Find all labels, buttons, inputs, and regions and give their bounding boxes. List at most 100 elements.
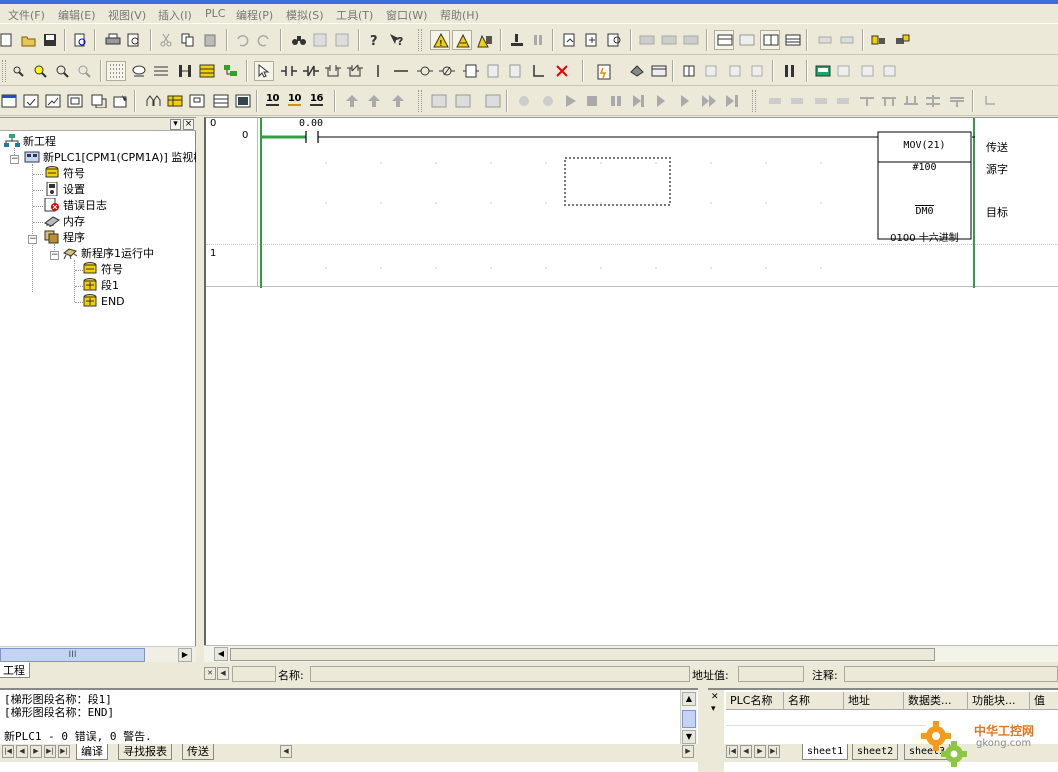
output-window-icon[interactable]	[20, 91, 40, 111]
annotation-icon[interactable]	[858, 61, 878, 81]
watch-last-tab-icon[interactable]: ▶|	[768, 745, 780, 758]
save-button[interactable]	[40, 30, 60, 50]
vertical-line-icon[interactable]	[368, 61, 388, 81]
find-binoculars-icon[interactable]	[288, 30, 308, 50]
tree-item-plc[interactable]: 新PLC1[CPM1(CPM1A)] 监视模式	[24, 150, 215, 166]
menu-tools[interactable]: 工具(T)	[336, 7, 373, 23]
delete-rung-icon[interactable]	[552, 61, 572, 81]
data-trace-icon[interactable]	[780, 61, 800, 81]
selection-cursor[interactable]	[565, 158, 670, 205]
monitor-toggle-icon[interactable]	[474, 30, 494, 50]
ladder-horizontal-scrollbar[interactable]: ◀	[204, 645, 1058, 662]
zoom-in-icon[interactable]	[30, 61, 50, 81]
run-mode-icon[interactable]	[604, 30, 624, 50]
section-manager-icon[interactable]	[142, 91, 162, 111]
zoom-out-icon[interactable]	[52, 61, 72, 81]
fast-forward-icon[interactable]	[698, 91, 718, 111]
collapse-plc-icon[interactable]: −	[10, 155, 19, 164]
paste-icon[interactable]	[200, 30, 220, 50]
transfer-compare-icon[interactable]	[892, 30, 912, 50]
cut-icon[interactable]	[156, 30, 176, 50]
pane-close-icon[interactable]: ×	[183, 119, 194, 130]
open-folder-button[interactable]	[18, 30, 38, 50]
watch-window-icon[interactable]	[748, 61, 768, 81]
horizontal-line-icon[interactable]	[390, 61, 410, 81]
sim-pause-icon[interactable]	[606, 91, 626, 111]
stop-icon[interactable]	[582, 91, 602, 111]
step-out-icon[interactable]	[676, 91, 696, 111]
coil-icon[interactable]	[414, 61, 434, 81]
menu-simulate[interactable]: 模拟(S)	[286, 7, 324, 23]
print-preview-button[interactable]	[124, 30, 144, 50]
watch-first-tab-icon[interactable]: |◀	[726, 745, 738, 758]
io-comment-icon[interactable]	[812, 61, 832, 81]
column-data-type[interactable]: 数据类...	[904, 692, 968, 710]
menu-plc[interactable]: PLC	[205, 7, 225, 20]
new-file-button[interactable]	[0, 30, 16, 50]
column-address[interactable]: 地址	[844, 692, 904, 710]
sim-io-icon[interactable]	[482, 91, 502, 111]
transfer-to-plc-icon[interactable]	[506, 30, 526, 50]
cancel-edit-icon[interactable]	[836, 30, 856, 50]
no-contact-element[interactable]	[299, 130, 321, 144]
select-pointer-icon[interactable]	[254, 61, 274, 81]
hex-display-button[interactable]: 16	[308, 91, 328, 111]
tree-item-end[interactable]: END	[82, 294, 125, 310]
collapse-programs-icon[interactable]: −	[28, 235, 37, 244]
vertical-splitter[interactable]	[196, 117, 204, 662]
debug-mode-icon[interactable]	[582, 30, 602, 50]
zoom-small-icon[interactable]	[8, 61, 28, 81]
sfc-merge-icon[interactable]	[900, 91, 920, 111]
scroll-up-icon[interactable]: ▲	[682, 692, 696, 706]
watch-next-tab-icon[interactable]: ▶	[754, 745, 766, 758]
tab-transfer[interactable]: 传送	[182, 744, 214, 760]
menu-program[interactable]: 编程(P)	[236, 7, 273, 23]
watch-prev-tab-icon[interactable]: ◀	[740, 745, 752, 758]
step-arrow-icon[interactable]	[388, 91, 408, 111]
mov-instruction-block[interactable]: MOV(21) #100 DM0 0100 十六进制	[878, 132, 971, 244]
sim-hand-icon[interactable]	[514, 91, 534, 111]
sim-bug-icon[interactable]	[538, 91, 558, 111]
properties-icon[interactable]	[110, 91, 130, 111]
zoom-fit-icon[interactable]	[74, 61, 94, 81]
menu-help[interactable]: 帮助(H)	[440, 7, 479, 23]
menu-insert[interactable]: 插入(I)	[158, 7, 192, 23]
sim-window-icon[interactable]	[428, 91, 448, 111]
memory-window-icon[interactable]	[186, 91, 206, 111]
up-arrow-icon[interactable]	[342, 91, 362, 111]
ladder-scroll-thumb[interactable]	[230, 648, 935, 661]
transfer-program-icon[interactable]	[648, 61, 668, 81]
watch-window-toggle-icon[interactable]	[42, 91, 62, 111]
sfc-transition-icon[interactable]	[810, 91, 830, 111]
output-hscroll-left-icon[interactable]: ◀	[280, 745, 292, 758]
compare-icon[interactable]	[868, 30, 888, 50]
pause-icon[interactable]	[528, 30, 548, 50]
split-view-icon[interactable]	[760, 30, 780, 50]
scroll-down-icon[interactable]: ▼	[682, 730, 696, 744]
column-fb[interactable]: 功能块...	[968, 692, 1030, 710]
compile-all-icon[interactable]	[626, 61, 646, 81]
replace-icon[interactable]	[310, 30, 330, 50]
mnemonic-window-icon[interactable]	[88, 91, 108, 111]
pane-menu-icon[interactable]: ▾	[170, 119, 181, 130]
nc-contact-icon[interactable]	[300, 61, 320, 81]
tab-compile[interactable]: 编译	[76, 744, 108, 760]
symbol-table-icon[interactable]	[164, 91, 184, 111]
last-tab-icon[interactable]: ▶|	[44, 745, 56, 758]
tab-sheet1[interactable]: sheet1	[802, 744, 849, 760]
decimal-display-button[interactable]: 10	[264, 91, 284, 111]
bottom-splitter[interactable]	[698, 688, 708, 772]
sfc-div-icon[interactable]	[878, 91, 898, 111]
next-arrow-icon[interactable]	[364, 91, 384, 111]
sfc-branch-icon[interactable]	[856, 91, 876, 111]
help-icon[interactable]: ?	[364, 30, 384, 50]
sfc-step-icon[interactable]	[764, 91, 784, 111]
force-cancel-icon[interactable]	[680, 30, 700, 50]
show-symbols-icon[interactable]	[196, 61, 216, 81]
rung-comment-icon[interactable]	[834, 61, 854, 81]
program-mode-icon[interactable]	[560, 30, 580, 50]
ladder-view-icon[interactable]	[714, 30, 734, 50]
collapse-program-icon[interactable]: −	[50, 251, 59, 260]
play-icon[interactable]	[560, 91, 580, 111]
watch-close-icon[interactable]: ✕	[711, 692, 719, 702]
